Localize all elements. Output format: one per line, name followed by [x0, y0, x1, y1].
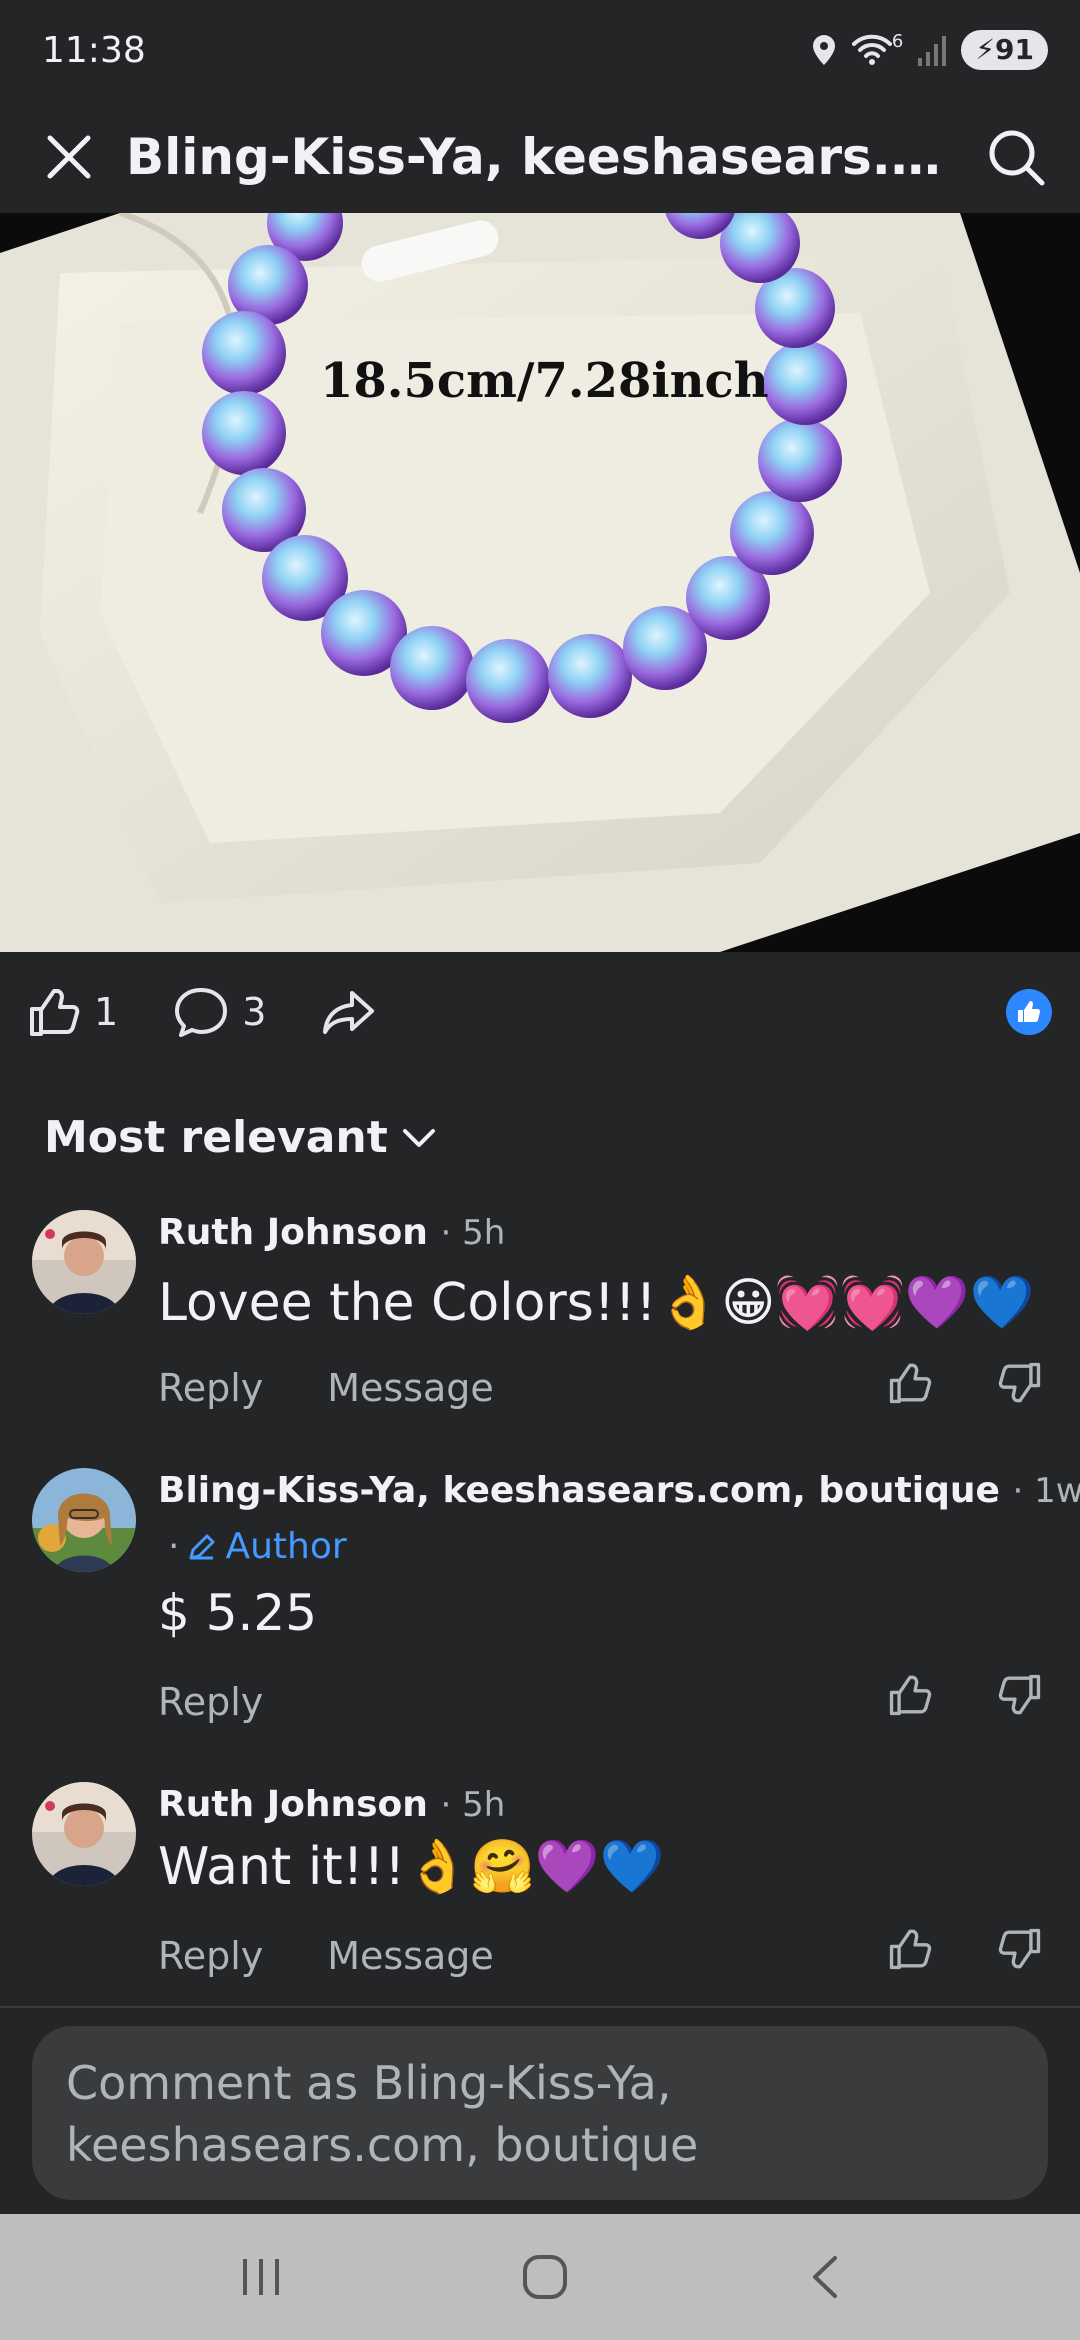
bracelet-image — [0, 213, 1080, 952]
comment-time: · 1w — [1012, 1471, 1080, 1511]
signal-icon — [918, 36, 947, 66]
sort-label: Most relevant — [44, 1112, 388, 1163]
comment-input[interactable]: Comment as Bling-Kiss-Ya, keeshasears.co… — [32, 2026, 1048, 2200]
close-icon[interactable] — [46, 134, 92, 180]
post-photo[interactable]: 18.5cm/7.28inch — [0, 213, 1080, 952]
comment-item: Ruth Johnson · 5h Want it!!!👌🤗💜💙 Reply M… — [0, 1778, 1080, 1998]
chevron-down-icon — [402, 1128, 435, 1147]
share-button[interactable] — [322, 989, 376, 1035]
pencil-icon — [189, 1534, 215, 1559]
status-bar: 11:38 6 ⚡91 — [0, 0, 1080, 100]
network-label: 6 — [891, 30, 904, 52]
comment-votes — [888, 1674, 1042, 1716]
author-badge: · Author — [168, 1526, 347, 1567]
comment-icon — [175, 988, 228, 1037]
message-button[interactable]: Message — [327, 1934, 494, 1978]
comment-actions: Reply — [158, 1680, 263, 1724]
reply-button[interactable]: Reply — [158, 1934, 263, 1978]
thumbs-down-icon[interactable] — [998, 1362, 1042, 1404]
post-actions: 1 3 — [0, 952, 1080, 1072]
battery-indicator: ⚡91 — [961, 30, 1048, 70]
comment-count: 3 — [242, 990, 267, 1034]
status-time: 11:38 — [42, 29, 146, 71]
comment-button[interactable]: 3 — [174, 987, 266, 1037]
wifi-icon — [851, 34, 892, 65]
comment-item: Ruth Johnson · 5h Lovee the Colors!!!👌😀💓… — [0, 1206, 1080, 1426]
thumbs-up-icon — [30, 989, 80, 1036]
comment-time: · 5h — [440, 1213, 506, 1253]
comment-author[interactable]: Bling-Kiss-Ya, keeshasears.com, boutique… — [158, 1470, 1080, 1511]
message-button[interactable]: Message — [327, 1366, 494, 1410]
comment-author-name[interactable]: Ruth Johnson — [158, 1212, 428, 1253]
share-icon — [323, 991, 375, 1034]
comment-time: · 5h — [440, 1785, 506, 1825]
comment-sort-dropdown[interactable]: Most relevant — [44, 1112, 436, 1163]
comment-text: Want it!!!👌🤗💜💙 — [158, 1837, 665, 1897]
battery-level: 91 — [995, 33, 1034, 66]
location-icon — [812, 35, 835, 65]
comment-item: Bling-Kiss-Ya, keeshasears.com, boutique… — [0, 1464, 1080, 1744]
thumbs-down-icon[interactable] — [998, 1928, 1042, 1970]
home-icon[interactable] — [522, 2254, 568, 2300]
back-icon[interactable] — [807, 2254, 841, 2300]
system-nav-bar — [0, 2214, 1080, 2340]
thumbs-up-icon — [1018, 1001, 1040, 1022]
size-label: 18.5cm/7.28inch — [320, 353, 769, 409]
comment-author[interactable]: Ruth Johnson · 5h — [158, 1212, 505, 1253]
avatar[interactable] — [32, 1210, 136, 1314]
comment-votes — [888, 1928, 1042, 1970]
comment-votes — [888, 1362, 1042, 1404]
avatar[interactable] — [32, 1782, 136, 1886]
thumbs-up-icon[interactable] — [888, 1674, 932, 1716]
comment-author[interactable]: Ruth Johnson · 5h — [158, 1784, 505, 1825]
status-icons: 6 ⚡91 — [810, 30, 1048, 70]
thumbs-up-icon[interactable] — [888, 1362, 932, 1404]
recent-apps-icon[interactable] — [239, 2257, 283, 2297]
comment-author-name[interactable]: Ruth Johnson — [158, 1784, 428, 1825]
badge-separator: · — [168, 1526, 180, 1567]
comment-text: Lovee the Colors!!!👌😀💓💓💜💙 — [158, 1273, 1035, 1333]
avatar[interactable] — [32, 1468, 136, 1572]
reply-button[interactable]: Reply — [158, 1680, 263, 1724]
comment-text: $ 5.25 — [158, 1584, 318, 1642]
author-badge-label: Author — [225, 1526, 347, 1567]
comment-actions: Reply Message — [158, 1366, 494, 1410]
search-icon[interactable] — [986, 127, 1046, 187]
reply-button[interactable]: Reply — [158, 1366, 263, 1410]
comment-author-name[interactable]: Bling-Kiss-Ya, keeshasears.com, boutique — [158, 1470, 1000, 1511]
like-button[interactable]: 1 — [28, 987, 118, 1037]
like-count: 1 — [94, 990, 119, 1034]
header: Bling-Kiss-Ya, keeshasears.com,... — [0, 100, 1080, 213]
comment-composer-area: Comment as Bling-Kiss-Ya, keeshasears.co… — [0, 2006, 1080, 2214]
thumbs-down-icon[interactable] — [998, 1674, 1042, 1716]
page-title: Bling-Kiss-Ya, keeshasears.com,... — [126, 127, 986, 186]
reaction-like-badge[interactable] — [1006, 989, 1052, 1035]
comment-actions: Reply Message — [158, 1934, 494, 1978]
thumbs-up-icon[interactable] — [888, 1928, 932, 1970]
